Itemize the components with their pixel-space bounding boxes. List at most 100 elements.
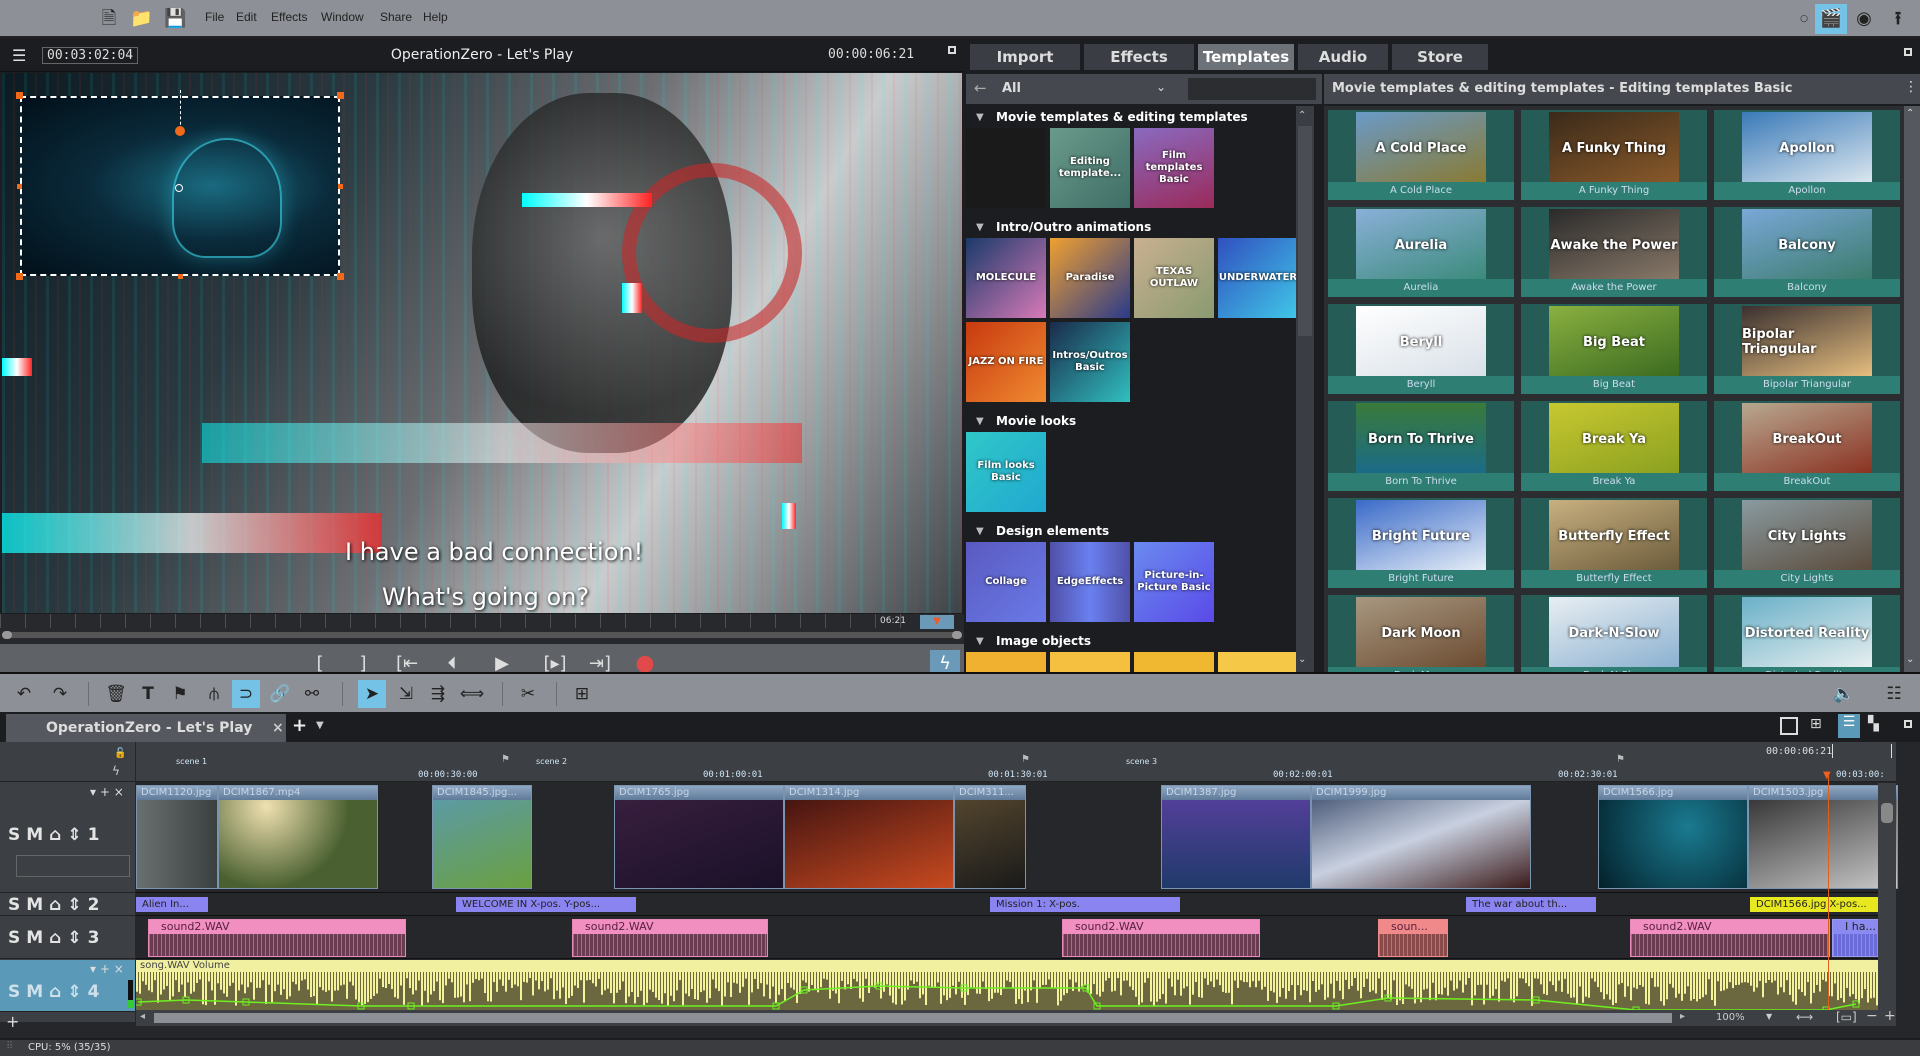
expand-icon[interactable]: ⇕ <box>67 825 87 845</box>
template-scrollbar[interactable]: ⌃ ⌄ <box>1904 106 1920 672</box>
category-select[interactable]: All <box>1002 81 1021 96</box>
template-item[interactable]: Break Ya Break Ya <box>1519 399 1709 493</box>
category-title[interactable]: Design elements <box>996 524 1109 538</box>
mute-button[interactable]: M <box>26 982 49 1002</box>
audio-clip[interactable]: sound2.WAV <box>572 919 768 957</box>
video-clip[interactable]: DCIM1845.jpg... <box>432 785 532 889</box>
title-clip[interactable]: Mission 1: X-pos. <box>990 897 1180 912</box>
scroll-left-icon[interactable]: ◂ <box>140 1011 145 1022</box>
category-scrollbar[interactable]: ⌃ ⌄ <box>1296 106 1314 672</box>
timeline-hscroll[interactable]: ◂ ▸ 100% ▼ ⟷ [▭] − + <box>136 1008 1896 1026</box>
solo-button[interactable]: S <box>8 825 26 845</box>
tab-dropdown-icon[interactable]: ▼ <box>316 720 324 731</box>
lock-icon[interactable]: ⌂ <box>49 928 67 948</box>
track-name-field[interactable] <box>16 855 130 877</box>
upload-icon[interactable]: ⭱ <box>1882 4 1914 34</box>
storyboard-view-icon[interactable]: ▚ <box>1868 716 1879 732</box>
track-controls-icons[interactable]: ▾ + × <box>90 962 124 976</box>
scrub-end-handle[interactable] <box>952 631 962 639</box>
category-tile[interactable] <box>966 128 1046 208</box>
scrollbar-thumb[interactable] <box>1881 803 1893 823</box>
category-title[interactable]: Image objects <box>996 634 1091 648</box>
category-title[interactable]: Intro/Outro animations <box>996 220 1151 234</box>
menu-file[interactable]: File <box>205 10 224 24</box>
maximize-icon[interactable] <box>948 46 956 54</box>
delete-icon[interactable]: 🗑 <box>102 680 130 708</box>
tab-import[interactable]: Import <box>970 44 1080 70</box>
category-tile[interactable] <box>1134 652 1214 672</box>
marker-flag-icon[interactable]: ⚑ <box>1021 754 1030 765</box>
range-bracket[interactable] <box>1832 744 1892 758</box>
search-input[interactable] <box>1188 78 1316 100</box>
menu-edit[interactable]: Edit <box>236 10 257 24</box>
template-item[interactable]: A Cold Place A Cold Place <box>1326 108 1516 202</box>
expand-icon[interactable]: ⇕ <box>67 895 87 915</box>
multi-select-icon[interactable]: ⇶ <box>424 680 452 708</box>
template-item[interactable]: Bipolar Triangular Bipolar Triangular <box>1712 302 1902 396</box>
anchor-point[interactable] <box>175 184 183 192</box>
tab-templates[interactable]: Templates <box>1198 44 1294 70</box>
solo-button[interactable]: S <box>8 928 26 948</box>
collapse-arrow-icon[interactable]: ▼ <box>976 636 984 647</box>
range-select-icon[interactable]: ⇲ <box>392 680 420 708</box>
template-item[interactable]: Dark MoonDark Moon <box>1326 593 1516 672</box>
category-tile[interactable]: UNDERWATER <box>1218 238 1298 318</box>
lock-icon[interactable]: ⌂ <box>49 895 67 915</box>
video-clip[interactable]: DCIM1120.jpg <box>136 785 218 889</box>
video-frame[interactable]: I have a bad connection! What's going on… <box>2 73 962 613</box>
category-tile[interactable] <box>1050 652 1130 672</box>
zoom-in-icon[interactable]: + <box>1884 1008 1896 1024</box>
magnet-snap-icon[interactable]: ⊃ <box>232 680 260 708</box>
lock-icon[interactable]: ⌂ <box>49 825 67 845</box>
resize-handle[interactable] <box>16 92 23 99</box>
menu-window[interactable]: Window <box>321 10 364 24</box>
video-clip[interactable]: DCIM311... <box>954 785 1026 889</box>
scrollbar-thumb[interactable] <box>1298 126 1312 336</box>
picture-in-picture-frame[interactable] <box>16 90 344 280</box>
add-tab-icon[interactable]: + <box>292 715 307 736</box>
zoom-level-select[interactable]: 100% <box>1716 1012 1745 1023</box>
scroll-right-icon[interactable]: ▸ <box>1680 1011 1685 1022</box>
menu-help[interactable]: Help <box>423 10 448 24</box>
lightning-icon[interactable]: ϟ <box>112 764 120 778</box>
title-clip[interactable]: DCIM1566.jpg X-pos... <box>1750 897 1894 912</box>
expand-icon[interactable]: ⇕ <box>67 982 87 1002</box>
category-tile[interactable]: Film looks Basic <box>966 432 1046 512</box>
timeline-view-icon[interactable]: ☰ <box>1838 714 1860 738</box>
redo-icon[interactable]: ↷ <box>46 680 74 708</box>
more-options-icon[interactable]: ⋮ <box>1904 79 1918 95</box>
resize-handle[interactable] <box>337 92 344 99</box>
timeline-ruler[interactable]: 00:00:06:21 00:00:30:00 00:01:00:01 00:01:… <box>136 742 1896 782</box>
marker-flag-icon[interactable]: ⚑ <box>166 680 194 708</box>
mouse-pointer-icon[interactable]: ➤ <box>358 680 386 708</box>
video-clip[interactable]: DCIM1503.jpg <box>1748 785 1898 889</box>
scene-marker[interactable]: scene 1 <box>176 757 207 766</box>
split-audio-icon[interactable]: ⫛ <box>200 680 228 708</box>
timeline-vscroll[interactable] <box>1878 783 1896 1013</box>
collapse-arrow-icon[interactable]: ▼ <box>976 526 984 537</box>
track-controls-icons[interactable]: ▾ + × <box>90 785 124 799</box>
category-tile[interactable]: MOLECULE <box>966 238 1046 318</box>
maximize-icon[interactable] <box>1904 48 1912 56</box>
insert-mode-icon[interactable]: ⊞ <box>568 680 596 708</box>
scroll-up-icon[interactable]: ⌃ <box>1298 110 1306 121</box>
back-arrow-icon[interactable]: ← <box>974 79 987 97</box>
add-track-icon[interactable]: + <box>6 1012 19 1031</box>
mute-button[interactable]: M <box>26 825 49 845</box>
close-tab-icon[interactable]: × <box>272 714 284 742</box>
audio-clip[interactable]: soun... <box>1378 919 1448 957</box>
scrollbar-thumb[interactable] <box>154 1013 1672 1023</box>
category-tile[interactable]: JAZZ ON FIRE <box>966 322 1046 402</box>
video-clip[interactable]: DCIM1765.jpg <box>614 785 784 889</box>
disc-icon[interactable]: ◉ <box>1848 4 1880 34</box>
song-waveform[interactable] <box>136 972 1896 1012</box>
title-clip[interactable]: Alien In... <box>136 897 208 912</box>
scrub-track[interactable] <box>4 632 960 638</box>
category-tile[interactable]: Intros/Outros Basic <box>1050 322 1130 402</box>
category-tile[interactable]: EdgeEffects <box>1050 542 1130 622</box>
video-clip[interactable]: DCIM1566.jpg <box>1598 785 1748 889</box>
text-icon[interactable]: T <box>134 680 162 708</box>
tab-store[interactable]: Store <box>1392 44 1488 70</box>
unlink-icon[interactable]: ⚯ <box>298 680 326 708</box>
maximize-icon[interactable] <box>1904 720 1912 728</box>
